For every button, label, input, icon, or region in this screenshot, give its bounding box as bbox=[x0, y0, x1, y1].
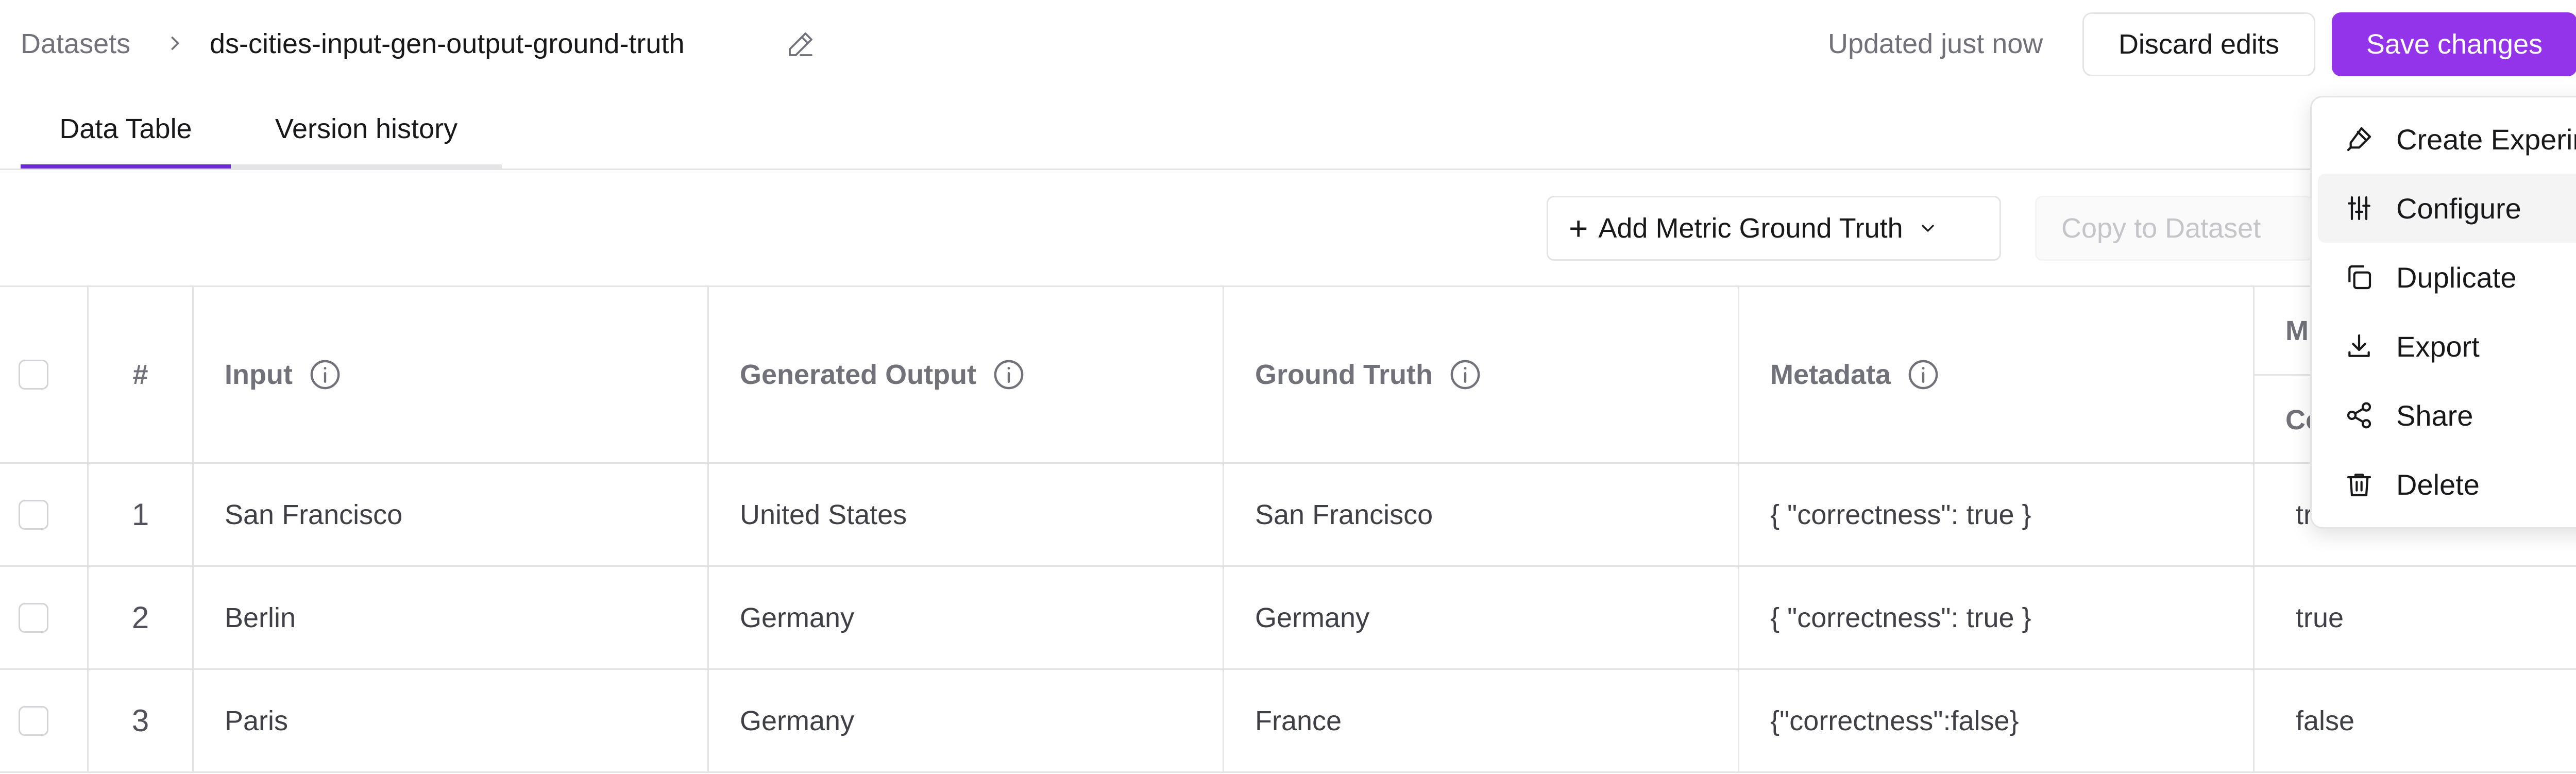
row-checkbox[interactable] bbox=[18, 602, 48, 633]
header-generated-output: Generated Output bbox=[709, 287, 1224, 462]
table-row[interactable]: 2 Berlin Germany Germany { "correctness"… bbox=[0, 567, 2576, 670]
select-all-checkbox[interactable] bbox=[18, 360, 48, 390]
tab-version-history[interactable]: Version history bbox=[231, 98, 502, 169]
menu-item-configure[interactable]: Configure bbox=[2318, 174, 2576, 243]
cell-input[interactable]: Berlin bbox=[194, 567, 709, 668]
cell-ground-truth[interactable]: France bbox=[1224, 670, 1739, 771]
discard-edits-button[interactable]: Discard edits bbox=[2082, 12, 2315, 76]
cell-metadata[interactable]: { "correctness": true } bbox=[1739, 567, 2255, 668]
cell-input[interactable]: Paris bbox=[194, 670, 709, 771]
add-metric-ground-truth-button[interactable]: + Add Metric Ground Truth bbox=[1547, 196, 2001, 261]
page-header: Datasets ds-cities-input-gen-output-grou… bbox=[0, 0, 2576, 88]
row-select-cell bbox=[0, 464, 89, 565]
info-icon[interactable] bbox=[992, 358, 1026, 392]
chevron-down-icon bbox=[1921, 225, 1934, 232]
breadcrumb-datasets[interactable]: Datasets bbox=[21, 27, 130, 61]
menu-item-create-experiment[interactable]: Create Experiment bbox=[2318, 105, 2576, 174]
tab-data-table[interactable]: Data Table bbox=[21, 98, 231, 169]
share-icon bbox=[2347, 402, 2371, 429]
header-metadata: Metadata bbox=[1739, 287, 2255, 462]
tab-bar: Data Table Version history bbox=[0, 98, 2576, 170]
header-number: # bbox=[89, 287, 194, 462]
cell-metric[interactable]: true bbox=[2255, 567, 2576, 668]
header-ground-truth: Ground Truth bbox=[1224, 287, 1739, 462]
row-number: 3 bbox=[89, 670, 194, 771]
cell-generated-output[interactable]: United States bbox=[709, 464, 1224, 565]
copy-to-dataset-button[interactable]: Copy to Dataset bbox=[2035, 196, 2313, 261]
flask-icon bbox=[2347, 127, 2371, 152]
sliders-icon bbox=[2348, 196, 2370, 221]
row-number: 2 bbox=[89, 567, 194, 668]
plus-icon: + bbox=[1569, 210, 1588, 247]
info-icon[interactable] bbox=[1906, 358, 1940, 392]
header-input: Input bbox=[194, 287, 709, 462]
cell-input[interactable]: San Francisco bbox=[194, 464, 709, 565]
trash-icon bbox=[2347, 474, 2371, 497]
more-options-menu: Create Experiment Configure Duplicate Ex… bbox=[2310, 96, 2576, 529]
breadcrumb-current-dataset: ds-cities-input-gen-output-ground-truth bbox=[210, 28, 685, 59]
table-row[interactable]: 3 Paris Germany France {"correctness":fa… bbox=[0, 670, 2576, 773]
row-checkbox[interactable] bbox=[18, 499, 48, 530]
add-metric-label: Add Metric Ground Truth bbox=[1598, 213, 1903, 244]
row-select-cell bbox=[0, 670, 89, 771]
cell-ground-truth[interactable]: San Francisco bbox=[1224, 464, 1739, 565]
download-icon bbox=[2348, 334, 2370, 357]
row-checkbox[interactable] bbox=[18, 705, 48, 736]
menu-item-duplicate[interactable]: Duplicate bbox=[2318, 243, 2576, 312]
row-number: 1 bbox=[89, 464, 194, 565]
info-icon[interactable] bbox=[308, 358, 342, 392]
table-toolbar: + Add Metric Ground Truth Copy to Datase… bbox=[0, 172, 2576, 287]
cell-generated-output[interactable]: Germany bbox=[709, 567, 1224, 668]
row-select-cell bbox=[0, 567, 89, 668]
cell-metadata[interactable]: { "correctness": true } bbox=[1739, 464, 2255, 565]
copy-icon bbox=[2348, 265, 2371, 290]
info-icon[interactable] bbox=[1448, 358, 1482, 392]
cell-ground-truth[interactable]: Germany bbox=[1224, 567, 1739, 668]
cell-generated-output[interactable]: Germany bbox=[709, 670, 1224, 771]
header-select-cell bbox=[0, 287, 89, 462]
pencil-icon[interactable] bbox=[786, 30, 815, 59]
menu-item-export[interactable]: Export bbox=[2318, 312, 2576, 381]
menu-item-delete[interactable]: Delete bbox=[2318, 450, 2576, 519]
table-header-row: # Input Generated Output Ground Truth Me… bbox=[0, 287, 2576, 464]
chevron-right-icon bbox=[171, 37, 179, 50]
save-changes-button[interactable]: Save changes bbox=[2332, 12, 2576, 76]
table-row[interactable]: 1 San Francisco United States San Franci… bbox=[0, 464, 2576, 567]
cell-metadata[interactable]: {"correctness":false} bbox=[1739, 670, 2255, 771]
menu-item-share[interactable]: Share bbox=[2318, 381, 2576, 450]
cell-metric[interactable]: false bbox=[2255, 670, 2576, 771]
updated-status: Updated just now bbox=[1828, 28, 2043, 59]
